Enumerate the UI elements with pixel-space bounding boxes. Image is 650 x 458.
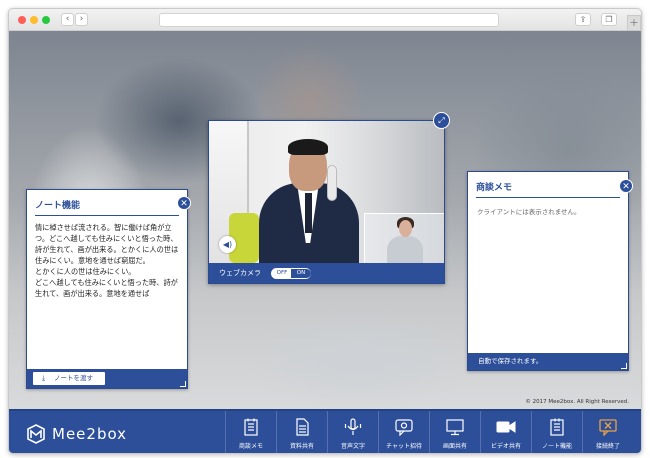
expand-icon[interactable]: ⤢	[433, 112, 450, 129]
tool-label: 画面共有	[442, 443, 467, 450]
forward-button[interactable]: ›	[75, 13, 88, 26]
share-icon[interactable]: ⇪	[575, 13, 591, 26]
tool-disconnect-button[interactable]: 接続終了	[582, 411, 633, 453]
close-window-button[interactable]	[18, 16, 26, 24]
webcam-label: ウェブカメラ	[219, 269, 261, 277]
tool-label: 音声文字	[340, 443, 365, 450]
speaker-icon[interactable]: ◀)	[219, 236, 236, 253]
memo-panel: 商談メモ クライアントには表示されません。 自動で保存されます。	[467, 171, 629, 371]
memo-text-area[interactable]: クライアントには表示されません。	[468, 198, 628, 224]
pip-person-body	[387, 236, 423, 265]
address-bar[interactable]	[159, 13, 499, 27]
memo-panel-footer: 自動で保存されます。	[468, 353, 628, 370]
tool-screen-share-button[interactable]: 画面共有	[429, 411, 480, 453]
tool-memo-button[interactable]: 商談メモ	[225, 411, 276, 453]
back-button[interactable]: ‹	[61, 13, 74, 26]
copyright-text: © 2017 Mee2box. All Right Reserved.	[525, 399, 629, 405]
video-person-tie	[305, 193, 312, 233]
toggle-off-label: OFF	[272, 269, 292, 278]
remote-video-feed: ◀)	[209, 121, 444, 265]
note-icon	[550, 418, 564, 436]
toggle-on-label: ON	[291, 269, 311, 278]
note-close-icon[interactable]: ✕	[177, 196, 191, 210]
memo-icon	[244, 418, 258, 436]
video-phone	[327, 165, 337, 201]
tool-video-share-button[interactable]: ビデオ共有	[480, 411, 531, 453]
tool-label: チャット招待	[386, 443, 422, 450]
browser-window: ‹ › ⇪ ❐ + © 2017 Mee2box. All Right Rese…	[8, 8, 642, 454]
webcam-bar: ウェブカメラ OFF ON	[209, 263, 444, 283]
note-text-area[interactable]: 情に棹させば流される。智に働けば角が立つ。どこへ越しても住みにくいと悟った時、詩…	[27, 216, 187, 305]
tool-note-button[interactable]: ノート機能	[531, 411, 582, 453]
microphone-icon	[344, 418, 362, 435]
pip-person-head	[399, 220, 412, 237]
note-panel-footer: ⤓ ノートを渡す	[27, 369, 187, 388]
browser-toolbar: ‹ › ⇪ ❐ +	[9, 9, 641, 31]
bottom-toolbar: Mee2box 商談メモ 資料共有 音声文字 チャット招待 画面共有 ビデオ共有…	[9, 409, 641, 453]
tool-label: 商談メモ	[238, 443, 263, 450]
disconnect-icon	[599, 419, 617, 436]
resize-handle[interactable]	[180, 381, 186, 387]
monitor-icon	[446, 419, 464, 436]
share-note-button[interactable]: ⤓ ノートを渡す	[33, 372, 105, 385]
new-tab-button[interactable]: +	[627, 15, 641, 31]
logo-icon	[27, 424, 45, 444]
logo: Mee2box	[27, 422, 127, 446]
tool-label: ビデオ共有	[490, 443, 521, 450]
minimize-window-button[interactable]	[30, 16, 38, 24]
tool-document-share-button[interactable]: 資料共有	[276, 411, 327, 453]
tool-chat-invite-button[interactable]: チャット招待	[378, 411, 429, 453]
tool-label: 資料共有	[289, 443, 314, 450]
note-panel-title: ノート機能	[35, 201, 81, 211]
tabs-icon[interactable]: ❐	[601, 13, 617, 26]
document-icon	[296, 418, 309, 436]
tool-list: 商談メモ 資料共有 音声文字 チャット招待 画面共有 ビデオ共有 ノート機能 接…	[225, 411, 633, 453]
maximize-window-button[interactable]	[42, 16, 50, 24]
autosave-status: 自動で保存されます。	[478, 357, 543, 365]
video-person-hair	[288, 139, 328, 155]
tool-voice-text-button[interactable]: 音声文字	[327, 411, 378, 453]
tool-label: 接続終了	[595, 443, 620, 450]
webcam-toggle[interactable]: OFF ON	[271, 268, 311, 279]
chat-icon	[395, 419, 413, 436]
brand-name: Mee2box	[52, 425, 128, 443]
memo-close-icon[interactable]: ✕	[619, 179, 633, 193]
video-camera-icon	[496, 421, 516, 433]
share-note-label: ノートを渡す	[54, 374, 93, 382]
video-panel: ◀) ウェブカメラ OFF ON	[208, 120, 445, 284]
note-panel: ノート機能 情に棹させば流される。智に働けば角が立つ。どこへ越しても住みにくいと…	[26, 189, 188, 389]
download-icon: ⤓	[41, 374, 46, 382]
self-video-preview[interactable]	[364, 213, 444, 265]
memo-panel-title: 商談メモ	[476, 183, 513, 193]
resize-handle[interactable]	[621, 363, 627, 369]
tool-label: ノート機能	[541, 443, 572, 450]
